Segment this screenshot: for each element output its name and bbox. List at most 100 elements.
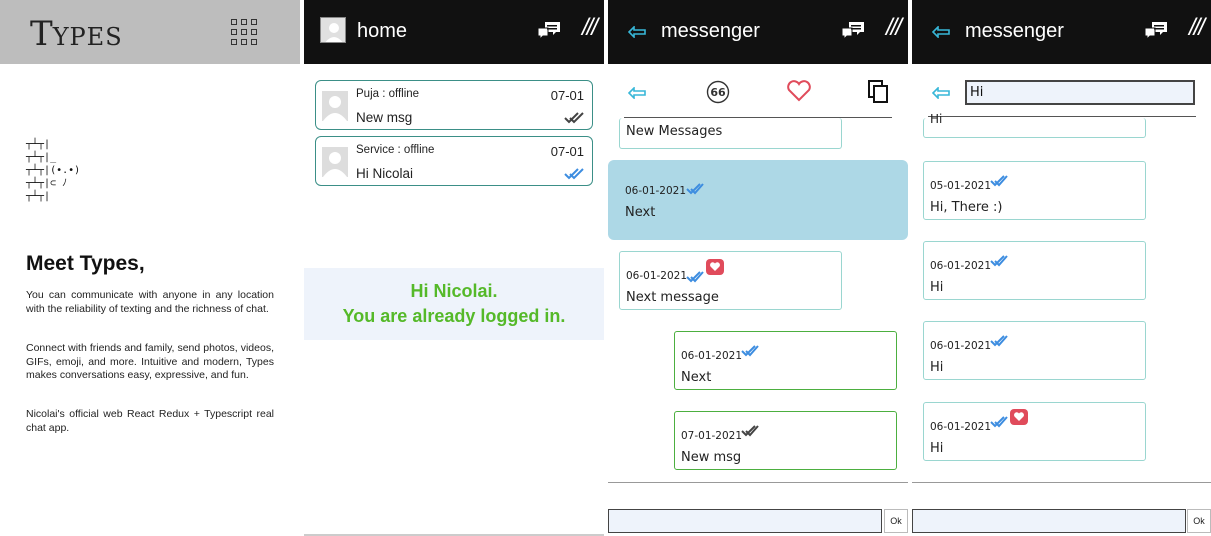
quote-icon[interactable]: 66	[706, 80, 730, 109]
svg-text:66: 66	[710, 86, 726, 99]
landing-paragraph-3: Nicolai's official web React Redux + Typ…	[26, 408, 274, 434]
user-avatar-icon[interactable]	[320, 17, 346, 43]
search-toolbar: Hi	[912, 64, 1211, 118]
chat-bubbles-icon[interactable]	[1143, 20, 1169, 47]
types-logo: TYPES	[30, 14, 123, 54]
delivered-tick-icon	[990, 172, 1008, 191]
home-header: home ///	[304, 0, 604, 64]
compose-bar: Ok	[912, 482, 1211, 536]
contact-avatar-icon	[322, 91, 348, 121]
messenger-panel: messenger /// 66 New Messages 06-01-2021…	[608, 0, 908, 536]
message-bubble-selected[interactable]: 06-01-2021 Next	[608, 160, 908, 240]
back-arrow-icon[interactable]	[931, 22, 950, 43]
toolbar-divider	[928, 116, 1196, 117]
messenger-header: messenger ///	[608, 0, 908, 64]
art-line: ┬┴┬|⊂ ﾉ	[26, 178, 68, 189]
delivered-tick-icon	[686, 268, 704, 287]
heart-reaction-icon	[706, 259, 724, 275]
back-arrow-icon[interactable]	[627, 22, 646, 43]
message-date: 06-01-2021	[930, 340, 992, 352]
send-button[interactable]: Ok	[884, 509, 908, 533]
message-date: 06-01-2021	[625, 185, 687, 197]
menu-slashes-icon[interactable]: ///	[582, 14, 598, 42]
message-text-partial: Hi	[930, 112, 943, 126]
landing-heading: Meet Types,	[26, 252, 145, 275]
message-text: Hi	[930, 280, 944, 295]
message-bubble[interactable]: New Messages	[619, 118, 842, 149]
landing-paragraph-1: You can communicate with anyone in any l…	[26, 289, 274, 315]
art-line: ┬┴┬|	[26, 191, 51, 202]
message-text: New Messages	[626, 124, 723, 139]
compose-bar: Ok	[608, 482, 908, 536]
page-title: messenger	[661, 20, 760, 42]
messenger-header: messenger ///	[912, 0, 1211, 64]
message-date: 06-01-2021	[930, 260, 992, 272]
logged-line-1: Hi Nicolai.	[410, 281, 498, 301]
message-text: Next message	[626, 290, 719, 305]
logged-in-banner: Hi Nicolai. You are already logged in.	[304, 268, 604, 340]
chat-bubbles-icon[interactable]	[536, 20, 562, 47]
art-line: ┬┴┬|_	[26, 152, 57, 163]
read-tick-icon	[741, 422, 759, 441]
copy-icon[interactable]	[868, 80, 890, 109]
message-text: Hi	[930, 441, 944, 456]
search-input[interactable]: Hi	[965, 80, 1195, 105]
back-arrow-icon[interactable]	[627, 86, 646, 104]
divider	[608, 482, 908, 483]
ascii-art: ┬┴┬| ┬┴┬|_ ┬┴┬|(•.•) ┬┴┬|⊂ ﾉ ┬┴┬|	[26, 138, 80, 203]
grid-icon[interactable]	[231, 19, 257, 45]
logged-line-2: You are already logged in.	[342, 306, 566, 326]
message-bubble[interactable]: 06-01-2021 Next message	[619, 251, 842, 310]
message-date: 06-01-2021	[626, 270, 688, 282]
message-date: 06-01-2021	[681, 350, 743, 362]
menu-slashes-icon[interactable]: ///	[886, 14, 902, 42]
message-text: Hi, There :)	[930, 200, 1003, 215]
divider	[912, 482, 1211, 483]
message-text: Hi	[930, 360, 944, 375]
contact-item-service[interactable]: Service : offline 07-01 Hi Nicolai	[315, 136, 593, 186]
contact-item-puja[interactable]: Puja : offline 07-01 New msg	[315, 80, 593, 130]
message-bubble[interactable]: 06-01-2021 Hi	[923, 402, 1146, 461]
art-line: ┬┴┬|(•.•)	[26, 165, 81, 176]
heart-icon[interactable]	[786, 80, 812, 107]
landing-panel: TYPES ┬┴┬| ┬┴┬|_ ┬┴┬|(•.•) ┬┴┬|⊂ ﾉ ┬┴┬| Meet…	[0, 0, 300, 536]
contact-last-message: Hi Nicolai	[356, 166, 414, 181]
page-title: home	[357, 20, 408, 42]
delivered-tick-icon	[686, 180, 704, 199]
landing-paragraph-2: Connect with friends and family, send ph…	[26, 342, 274, 381]
delivered-tick-icon	[990, 413, 1008, 432]
message-text: Next	[681, 370, 712, 385]
send-button[interactable]: Ok	[1187, 509, 1211, 533]
messenger-search-panel: messenger /// Hi Hi 05-01-2021 Hi, There…	[912, 0, 1211, 536]
menu-slashes-icon[interactable]: ///	[1189, 14, 1205, 42]
read-tick-icon	[564, 111, 584, 129]
contact-status: Service : offline	[356, 144, 435, 156]
message-bubble[interactable]: Hi	[923, 112, 1146, 138]
message-bubble[interactable]: 05-01-2021 Hi, There :)	[923, 161, 1146, 220]
contact-last-message: New msg	[356, 110, 413, 125]
art-line: ┬┴┬|	[26, 139, 51, 150]
delivered-tick-icon	[564, 167, 584, 185]
message-text: New msg	[681, 450, 742, 465]
message-toolbar: 66	[608, 64, 908, 118]
message-bubble[interactable]: 06-01-2021 Hi	[923, 321, 1146, 380]
contact-status: Puja : offline	[356, 88, 420, 100]
message-date: 05-01-2021	[930, 180, 992, 192]
chat-bubbles-icon[interactable]	[840, 20, 866, 47]
contact-date: 07-01	[550, 88, 584, 103]
logo-small-letters: YPES	[52, 23, 123, 51]
message-input[interactable]	[608, 509, 882, 533]
heart-reaction-icon	[1010, 409, 1028, 425]
delivered-tick-icon	[990, 252, 1008, 271]
page-title: messenger	[965, 20, 1064, 42]
back-arrow-icon[interactable]	[931, 86, 950, 104]
delivered-tick-icon	[741, 342, 759, 361]
message-bubble[interactable]: 06-01-2021 Hi	[923, 241, 1146, 300]
message-date: 06-01-2021	[930, 421, 992, 433]
message-bubble-outgoing[interactable]: 06-01-2021 Next	[674, 331, 897, 390]
message-text: Next	[625, 205, 656, 220]
message-bubble-outgoing[interactable]: 07-01-2021 New msg	[674, 411, 897, 470]
home-panel: home /// Puja : offline 07-01 New msg Se…	[304, 0, 604, 536]
message-input[interactable]	[912, 509, 1186, 533]
delivered-tick-icon	[990, 332, 1008, 351]
